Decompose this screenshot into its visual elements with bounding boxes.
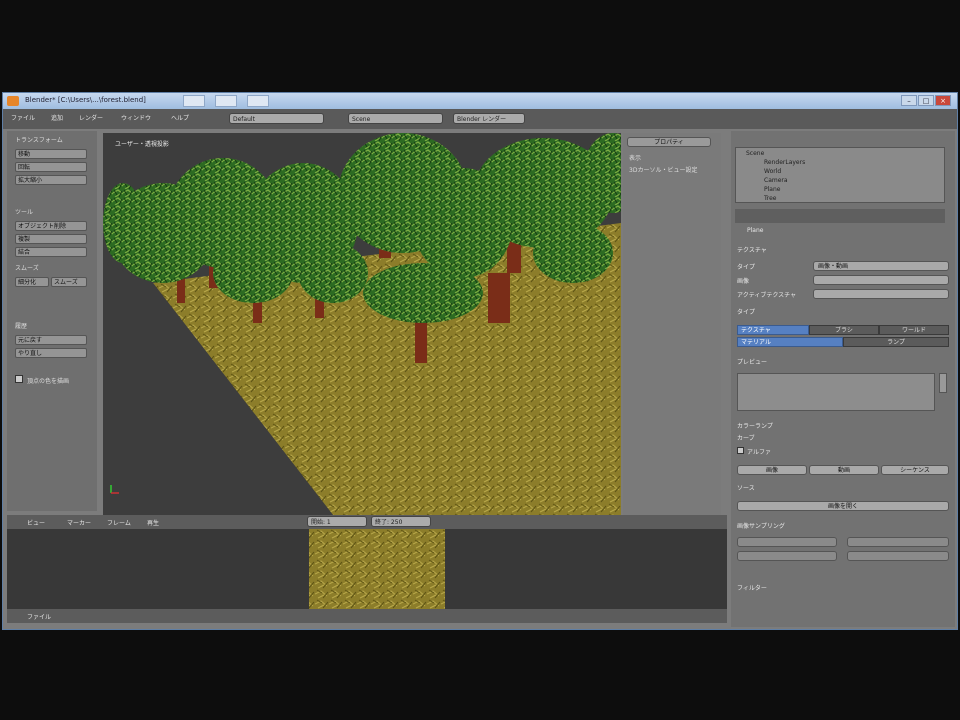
timeline-menu-marker[interactable]: マーカー — [67, 518, 91, 527]
texture-image — [309, 529, 445, 609]
forest-scene — [103, 133, 621, 515]
outliner-row[interactable]: Plane — [764, 186, 780, 193]
checkbox-label: アルファ — [747, 449, 771, 456]
section-title: ツール — [15, 209, 34, 216]
render-engine-field[interactable]: Blender レンダー — [453, 113, 525, 124]
taskbar-button-1[interactable] — [183, 95, 205, 107]
end-frame-field[interactable]: 終了: 250 — [371, 516, 431, 527]
tab-brush[interactable]: ブラシ — [809, 325, 879, 335]
outliner-row[interactable]: Camera — [764, 177, 788, 184]
sampling-field[interactable] — [847, 537, 949, 547]
toggle-movie[interactable]: 動画 — [809, 465, 879, 475]
tool-button[interactable]: オブジェクト削除 — [15, 221, 87, 231]
image-field[interactable] — [813, 275, 949, 285]
tab-texture[interactable]: テクスチャ — [737, 325, 809, 335]
section-label[interactable]: カーブ — [737, 433, 755, 442]
section-title: スムーズ — [15, 265, 39, 272]
outliner-row[interactable]: Tree — [764, 195, 777, 202]
tab-material[interactable]: マテリアル — [737, 337, 843, 347]
tool-button[interactable]: 回転 — [15, 162, 87, 172]
tool-button[interactable]: 移動 — [15, 149, 87, 159]
layout-field[interactable]: Default — [229, 113, 324, 124]
menu-add[interactable]: 追加 — [51, 113, 63, 122]
toggle-sequence[interactable]: シーケンス — [881, 465, 949, 475]
properties-shelf: プロパティ 表示 3Dカーソル・ビュー設定 — [623, 133, 721, 515]
sampling-field[interactable] — [847, 551, 949, 561]
field-label: 画像 — [737, 278, 750, 285]
outliner[interactable]: Scene RenderLayers World Camera Plane Tr… — [735, 147, 945, 203]
properties-tab-bar[interactable] — [735, 209, 945, 223]
npanel-item[interactable]: 3Dカーソル・ビュー設定 — [629, 165, 697, 174]
maximize-button[interactable]: □ — [918, 95, 934, 106]
outliner-row[interactable]: World — [764, 168, 781, 175]
timeline-menu-playback[interactable]: 再生 — [147, 518, 159, 527]
section-title: 履歴 — [15, 323, 28, 330]
outliner-row[interactable]: Scene — [746, 150, 764, 157]
section-header[interactable]: プレビュー — [737, 357, 767, 366]
active-texture-field[interactable] — [813, 289, 949, 299]
image-editor[interactable] — [7, 529, 727, 609]
tool-button[interactable]: やり直し — [15, 348, 87, 358]
close-button[interactable]: × — [935, 95, 951, 106]
tool-button[interactable]: スムーズ — [51, 277, 87, 287]
status-text: ファイル — [27, 614, 52, 621]
texture-preview — [737, 373, 935, 411]
section-label[interactable]: カラーランプ — [737, 421, 773, 430]
section-title: トランスフォーム — [15, 137, 63, 144]
section-header[interactable]: テクスチャ — [737, 245, 767, 254]
properties-editor: Scene RenderLayers World Camera Plane Tr… — [731, 131, 955, 627]
field-label: タイプ — [737, 264, 756, 271]
toggle-image[interactable]: 画像 — [737, 465, 807, 475]
texture-type-field[interactable]: 画像・動画 — [813, 261, 949, 271]
tool-shelf: トランスフォーム 移動 回転 拡大縮小 ツール オブジェクト削除 複製 結合 ス… — [7, 131, 97, 511]
tool-button[interactable]: 結合 — [15, 247, 87, 257]
open-image-button[interactable]: 画像を開く — [737, 501, 949, 511]
add-property-button[interactable]: プロパティ — [627, 137, 711, 147]
title-bar: Blender* [C:\Users\...\forest.blend] – □… — [3, 93, 957, 109]
taskbar-button-2[interactable] — [215, 95, 237, 107]
blender-app-icon — [7, 96, 19, 106]
outliner-row[interactable]: RenderLayers — [764, 159, 805, 166]
start-frame-field[interactable]: 開始: 1 — [307, 516, 367, 527]
tool-button[interactable]: 複製 — [15, 234, 87, 244]
scene-field[interactable]: Scene — [348, 113, 443, 124]
taskbar-button-3[interactable] — [247, 95, 269, 107]
tab-lamp[interactable]: ランプ — [843, 337, 949, 347]
menu-bar: ファイル 追加 レンダー ウィンドウ ヘルプ Default Scene Ble… — [3, 109, 957, 129]
alpha-checkbox[interactable] — [737, 447, 744, 454]
sampling-field[interactable] — [737, 551, 837, 561]
menu-file[interactable]: ファイル — [11, 113, 35, 122]
3d-viewport[interactable]: ユーザー・透視投影 — [103, 133, 621, 515]
npanel-item[interactable]: 表示 — [629, 153, 641, 162]
window-title: Blender* [C:\Users\...\forest.blend] — [25, 96, 146, 104]
timeline-header: ビュー マーカー フレーム 再生 開始: 1 終了: 250 — [7, 515, 727, 529]
sampling-field[interactable] — [737, 537, 837, 547]
timeline-menu-view[interactable]: ビュー — [27, 518, 45, 527]
menu-window[interactable]: ウィンドウ — [121, 113, 151, 122]
section-label[interactable]: ソース — [737, 483, 755, 492]
tool-button[interactable]: 拡大縮小 — [15, 175, 87, 185]
status-bar: ファイル — [7, 609, 727, 623]
vertex-color-checkbox[interactable] — [15, 375, 23, 383]
tool-button[interactable]: 細分化 — [15, 277, 49, 287]
checkbox-label: 頂点の色を描画 — [27, 378, 70, 385]
preview-scrollbar[interactable] — [939, 373, 947, 393]
field-label: アクティブテクスチャ — [737, 292, 797, 299]
minimize-button[interactable]: – — [901, 95, 917, 106]
timeline-menu-frame[interactable]: フレーム — [107, 518, 131, 527]
tab-world[interactable]: ワールド — [879, 325, 949, 335]
viewport-label: ユーザー・透視投影 — [115, 141, 169, 148]
menu-help[interactable]: ヘルプ — [171, 113, 189, 122]
object-name: Plane — [747, 227, 764, 234]
menu-render[interactable]: レンダー — [79, 113, 103, 122]
section-header[interactable]: タイプ — [737, 307, 755, 316]
tool-button[interactable]: 元に戻す — [15, 335, 87, 345]
section-header[interactable]: フィルター — [737, 583, 767, 592]
blender-window: Blender* [C:\Users\...\forest.blend] – □… — [2, 92, 958, 630]
section-header[interactable]: 画像サンプリング — [737, 521, 785, 530]
